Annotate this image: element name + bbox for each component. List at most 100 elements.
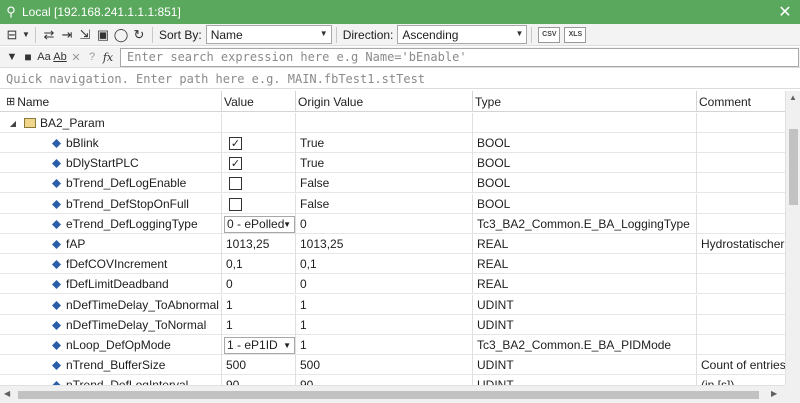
type-cell: Tc3_BA2_Common.E_BA_PIDMode <box>473 335 697 355</box>
window-title: Local [192.168.241.1.1.1:851] <box>22 5 181 19</box>
scroll-right-icon[interactable]: ▶ <box>771 389 777 398</box>
value-cell[interactable]: 0 <box>222 274 296 294</box>
variable-icon <box>52 199 61 209</box>
variable-name: bBlink <box>66 136 99 150</box>
comment-cell <box>697 295 785 315</box>
table-row[interactable]: fDefLimitDeadband 0 0 REAL <box>0 274 785 294</box>
pin-icon[interactable]: ⚲ <box>0 0 22 24</box>
match-word-icon[interactable]: Ab <box>52 47 68 67</box>
value-cell[interactable]: 1 <box>222 315 296 335</box>
name-cell: bBlink <box>0 133 222 153</box>
close-icon[interactable]: ✕ <box>770 0 800 24</box>
column-header-value[interactable]: Value <box>222 91 296 112</box>
table-row[interactable]: eTrend_DefLoggingType 0 - ePolled ▼ 0 Tc3_BA… <box>0 214 785 234</box>
match-case-icon[interactable]: Aa <box>36 47 52 67</box>
type-text: REAL <box>477 277 509 291</box>
export-xls-button[interactable]: XLS <box>564 26 587 43</box>
origin-value-cell: 0,1 <box>296 254 473 274</box>
direction-value: Ascending <box>402 27 459 42</box>
function-icon[interactable]: fx <box>100 47 116 67</box>
table-row[interactable]: bBlink ✓ True BOOL <box>0 133 785 153</box>
table-row[interactable]: fAP 1013,25 1013,25 REAL Hydrostatischer L <box>0 234 785 254</box>
scroll-up-icon[interactable]: ▲ <box>789 93 797 102</box>
sort-by-select[interactable]: Name ▼ <box>205 25 332 44</box>
export-csv-button[interactable]: CSV <box>538 26 561 43</box>
value-cell[interactable] <box>222 194 296 214</box>
value-cell[interactable]: 1 - eP1ID ▼ <box>222 335 296 355</box>
type-text: BOOL <box>477 197 511 211</box>
origin-value-cell: True <box>296 133 473 153</box>
column-header-type[interactable]: Type <box>473 91 697 112</box>
comment-cell <box>697 335 785 355</box>
variable-icon <box>52 158 61 168</box>
search-input[interactable]: Enter search expression here e.g Name='b… <box>120 47 799 67</box>
value-checkbox[interactable]: ✓ <box>229 156 242 170</box>
value-cell[interactable]: ✓ <box>222 133 296 153</box>
export-icon[interactable]: ⇲ <box>76 25 94 45</box>
value-cell[interactable]: 500 <box>222 355 296 375</box>
value-cell[interactable]: 0 - ePolled ▼ <box>222 214 296 234</box>
value-cell[interactable] <box>222 173 296 193</box>
origin-value-text: 1 <box>300 318 307 332</box>
value-dropdown[interactable]: 0 - ePolled ▼ <box>224 215 295 233</box>
sort-by-value: Name <box>210 27 243 42</box>
comment-text: (in [s]) <box>701 378 735 385</box>
comment-cell: Count of entries i <box>697 355 785 375</box>
value-cell[interactable]: 90 <box>222 375 296 385</box>
value-cell[interactable]: ✓ <box>222 153 296 173</box>
comment-cell: (in [s]) <box>697 375 785 385</box>
document-icon[interactable]: ■ <box>20 47 36 67</box>
table-row[interactable]: fDefCOVIncrement 0,1 0,1 REAL <box>0 254 785 274</box>
origin-value-cell: 0 <box>296 274 473 294</box>
import-icon[interactable]: ⇥ <box>58 25 76 45</box>
value-dropdown[interactable]: 1 - eP1ID ▼ <box>224 336 295 354</box>
value-checkbox[interactable]: ✓ <box>229 136 242 150</box>
value-checkbox[interactable] <box>229 197 242 211</box>
clear-icon[interactable]: ✕ <box>68 47 84 67</box>
variable-name: bTrend_DefStopOnFull <box>66 197 189 211</box>
table-row[interactable]: nTrend_BufferSize 500 500 UDINT Count of ent… <box>0 355 785 375</box>
swap-icon[interactable]: ⇄ <box>40 25 58 45</box>
horizontal-scrollbar[interactable]: ◀ ▶ <box>0 385 785 403</box>
collapse-icon[interactable]: ◢ <box>8 119 18 128</box>
table-row[interactable]: bTrend_DefLogEnable False BOOL <box>0 173 785 193</box>
type-cell: REAL <box>473 254 697 274</box>
chevron-down-icon[interactable]: ▼ <box>4 47 20 67</box>
comment-cell: Hydrostatischer L <box>697 234 785 254</box>
vertical-scroll-thumb[interactable] <box>789 129 798 205</box>
refresh-icon[interactable]: ↻ <box>130 25 148 45</box>
watch-list-icon[interactable]: ⊟ <box>3 25 21 45</box>
reset-icon[interactable]: ◯ <box>112 25 130 45</box>
name-cell: fDefCOVIncrement <box>0 254 222 274</box>
vertical-scrollbar[interactable]: ▲ <box>785 91 800 385</box>
table-row[interactable]: bDlyStartPLC ✓ True BOOL <box>0 153 785 173</box>
origin-value-text: 1013,25 <box>300 237 344 251</box>
table-row[interactable]: nTrend_DefLogInterval 90 90 UDINT (in [s]) <box>0 375 785 385</box>
dropdown-arrow-icon[interactable]: ▼ <box>21 25 31 45</box>
toolbar-separator <box>335 26 337 43</box>
column-header-name[interactable]: ⊞ Name <box>0 91 222 112</box>
direction-select[interactable]: Ascending ▼ <box>397 25 528 44</box>
quick-navigation-input[interactable]: Quick navigation. Enter path here e.g. M… <box>0 69 800 89</box>
value-cell[interactable]: 0,1 <box>222 254 296 274</box>
table-row[interactable]: bTrend_DefStopOnFull False BOOL <box>0 194 785 214</box>
value-cell[interactable]: 1 <box>222 295 296 315</box>
horizontal-scroll-thumb[interactable] <box>18 391 759 399</box>
type-cell: REAL <box>473 274 697 294</box>
table-row[interactable]: nLoop_DefOpMode 1 - eP1ID ▼ 1 Tc3_BA2_Common… <box>0 335 785 355</box>
column-header-origin-value[interactable]: Origin Value <box>296 91 473 112</box>
table-row[interactable]: nDefTimeDelay_ToNormal 1 1 UDINT <box>0 315 785 335</box>
scroll-left-icon[interactable]: ◀ <box>4 389 10 398</box>
variable-name: fAP <box>66 237 86 251</box>
comment-cell <box>697 153 785 173</box>
origin-value-cell: False <box>296 194 473 214</box>
help-icon[interactable]: ? <box>84 47 100 67</box>
value-checkbox[interactable] <box>229 176 242 190</box>
camera-icon[interactable]: ▣ <box>94 25 112 45</box>
tree-root-row[interactable]: ◢ BA2_Param <box>0 113 785 133</box>
column-header-comment[interactable]: Comment <box>697 91 785 112</box>
table-row[interactable]: nDefTimeDelay_ToAbnormal 1 1 UDINT <box>0 295 785 315</box>
type-text: UDINT <box>477 378 514 385</box>
value-cell[interactable]: 1013,25 <box>222 234 296 254</box>
type-cell: REAL <box>473 234 697 254</box>
